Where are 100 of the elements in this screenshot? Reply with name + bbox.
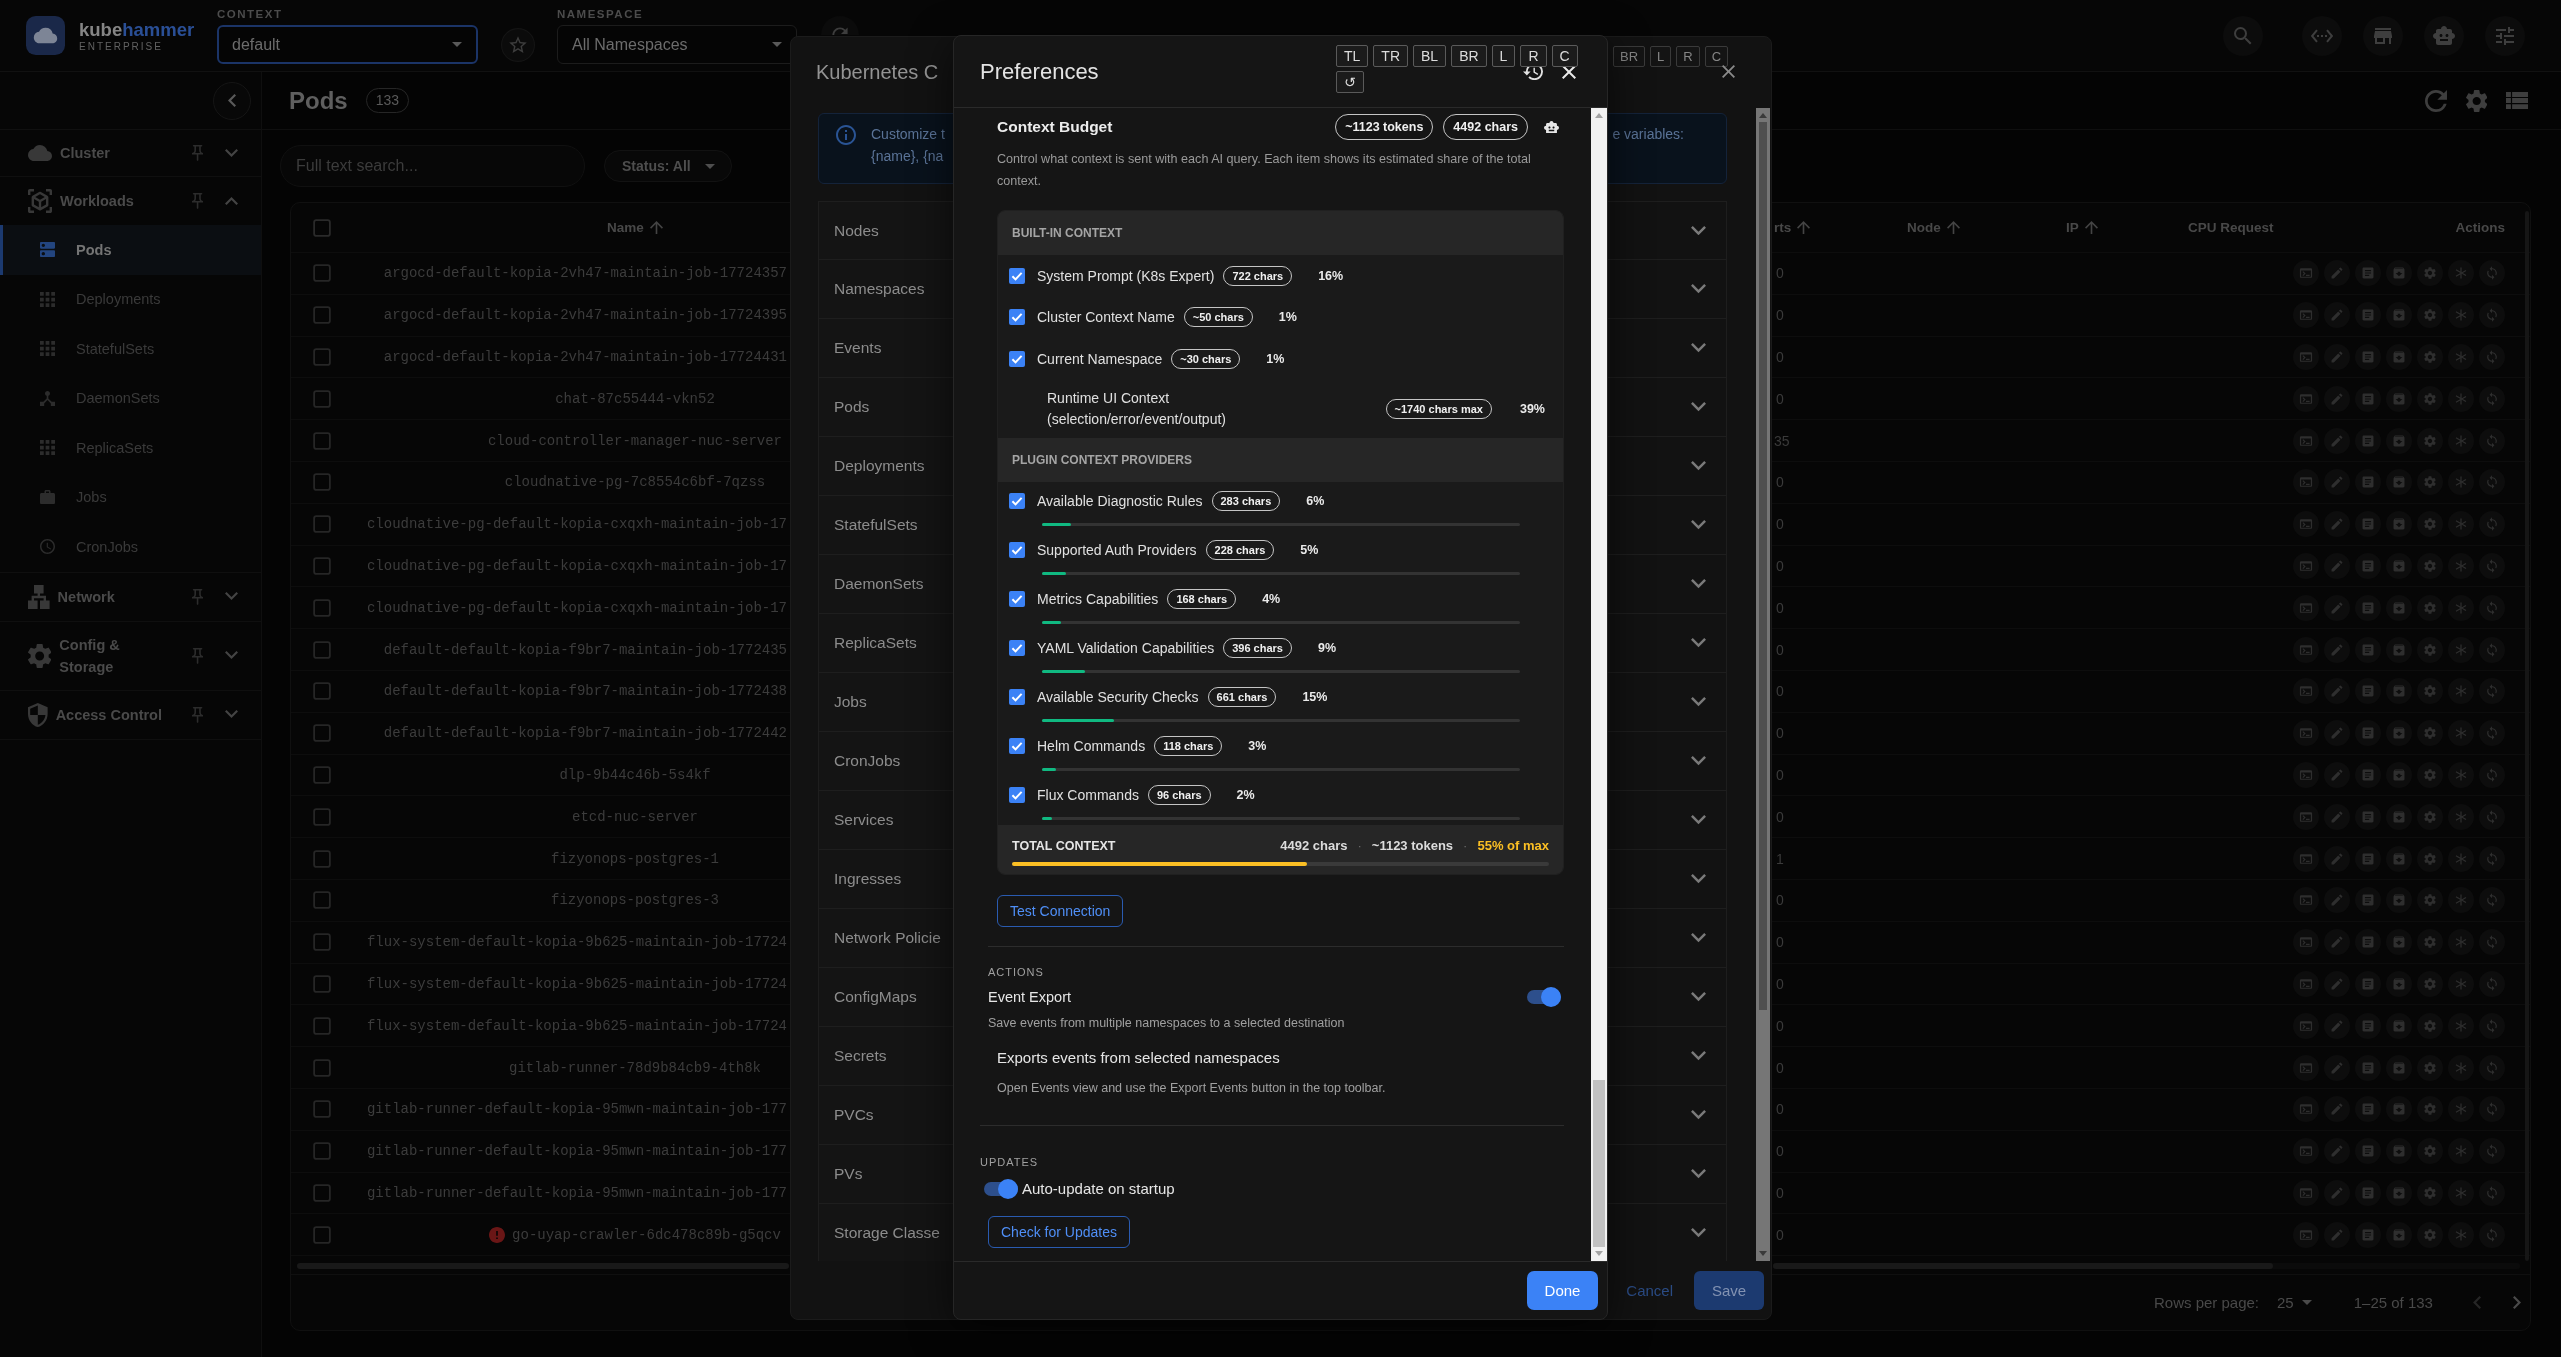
row-checkbox[interactable] <box>313 473 331 492</box>
document-icon[interactable] <box>2355 1221 2381 1248</box>
chevron-down-icon[interactable] <box>1691 461 1706 471</box>
collapse-button[interactable] <box>213 81 251 120</box>
document-icon[interactable] <box>2355 761 2381 788</box>
row-checkbox[interactable] <box>313 807 331 826</box>
list-view-icon[interactable] <box>2506 91 2528 110</box>
archive-icon[interactable] <box>2386 1221 2412 1248</box>
sync-icon[interactable] <box>2479 260 2505 287</box>
layout-button[interactable]: L <box>1650 46 1672 67</box>
layout-button[interactable]: C <box>1704 46 1729 67</box>
chevron-down-icon[interactable] <box>225 710 238 719</box>
checkbox[interactable] <box>1009 350 1025 367</box>
checkbox[interactable] <box>1009 688 1025 705</box>
row-checkbox[interactable] <box>313 389 331 408</box>
context-select[interactable]: default <box>217 25 478 64</box>
asterisk-icon[interactable] <box>2448 929 2474 956</box>
toggle-switch[interactable] <box>1527 986 1561 1007</box>
chevron-down-icon[interactable] <box>1691 1110 1706 1120</box>
chevron-down-icon[interactable] <box>1691 933 1706 943</box>
pencil-icon[interactable] <box>2324 594 2350 621</box>
document-icon[interactable] <box>2355 636 2381 663</box>
chevron-down-icon[interactable] <box>225 592 238 601</box>
chevron-down-icon[interactable] <box>1691 815 1706 825</box>
test-connection-button[interactable]: Test Connection <box>997 894 1124 927</box>
pencil-icon[interactable] <box>2324 469 2350 496</box>
archive-icon[interactable] <box>2386 1012 2412 1039</box>
archive-icon[interactable] <box>2386 552 2412 579</box>
pencil-icon[interactable] <box>2324 511 2350 538</box>
done-button[interactable]: Done <box>1527 1271 1598 1310</box>
pencil-icon[interactable] <box>2324 1012 2350 1039</box>
checkbox[interactable] <box>1009 590 1025 607</box>
row-checkbox[interactable] <box>313 1100 331 1119</box>
terminal-icon[interactable] <box>2293 511 2319 538</box>
save-button[interactable]: Save <box>1694 1270 1764 1310</box>
store-icon[interactable] <box>2363 15 2403 56</box>
row-checkbox[interactable] <box>313 974 331 993</box>
pencil-icon[interactable] <box>2324 803 2350 830</box>
layout-button[interactable]: TL <box>1336 45 1369 67</box>
row-checkbox[interactable] <box>313 891 331 910</box>
terminal-icon[interactable] <box>2293 678 2319 705</box>
gear-icon[interactable] <box>2417 511 2443 538</box>
document-icon[interactable] <box>2355 260 2381 287</box>
row-checkbox[interactable] <box>313 724 331 743</box>
pencil-icon[interactable] <box>2324 260 2350 287</box>
asterisk-icon[interactable] <box>2448 302 2474 329</box>
select-all-checkbox[interactable] <box>313 218 331 237</box>
row-checkbox[interactable] <box>313 1225 331 1244</box>
robot-icon[interactable] <box>2424 15 2464 56</box>
close-icon[interactable] <box>1562 64 1576 79</box>
chevron-down-icon[interactable] <box>1691 284 1706 294</box>
terminal-icon[interactable] <box>2293 929 2319 956</box>
layout-button[interactable]: TR <box>1373 45 1408 67</box>
asterisk-icon[interactable] <box>2448 720 2474 747</box>
row-checkbox[interactable] <box>313 1183 331 1202</box>
terminal-icon[interactable] <box>2293 427 2319 454</box>
asterisk-icon[interactable] <box>2448 636 2474 663</box>
namespace-select[interactable]: All Namespaces <box>557 25 797 64</box>
sync-icon[interactable] <box>2479 594 2505 621</box>
sliders-icon[interactable] <box>2485 15 2525 56</box>
row-checkbox[interactable] <box>313 264 331 283</box>
document-icon[interactable] <box>2355 594 2381 621</box>
gear-icon[interactable] <box>2417 1096 2443 1123</box>
pin-icon[interactable] <box>191 588 203 605</box>
chevron-down-icon[interactable] <box>1691 402 1706 412</box>
chevron-up-icon[interactable] <box>225 197 238 205</box>
terminal-icon[interactable] <box>2293 845 2319 872</box>
layout-button[interactable]: R <box>1676 46 1700 67</box>
terminal-icon[interactable] <box>2293 1054 2319 1081</box>
terminal-icon[interactable] <box>2293 1138 2319 1165</box>
archive-icon[interactable] <box>2386 1179 2412 1206</box>
document-icon[interactable] <box>2355 1096 2381 1123</box>
pencil-icon[interactable] <box>2324 1221 2350 1248</box>
document-icon[interactable] <box>2355 552 2381 579</box>
row-checkbox[interactable] <box>313 682 331 701</box>
checkbox[interactable] <box>1009 786 1025 803</box>
terminal-icon[interactable] <box>2293 887 2319 914</box>
asterisk-icon[interactable] <box>2448 511 2474 538</box>
chevron-down-icon[interactable] <box>1691 874 1706 884</box>
chevron-down-icon[interactable] <box>1691 992 1706 1002</box>
chevron-down-icon[interactable] <box>1691 756 1706 766</box>
pencil-icon[interactable] <box>2324 385 2350 412</box>
sync-icon[interactable] <box>2479 678 2505 705</box>
gear-icon[interactable] <box>2417 720 2443 747</box>
terminal-icon[interactable] <box>2293 1179 2319 1206</box>
row-checkbox[interactable] <box>313 849 331 868</box>
pencil-icon[interactable] <box>2324 1179 2350 1206</box>
pencil-icon[interactable] <box>2324 1096 2350 1123</box>
archive-icon[interactable] <box>2386 260 2412 287</box>
sync-icon[interactable] <box>2479 469 2505 496</box>
row-checkbox[interactable] <box>313 515 331 534</box>
sync-icon[interactable] <box>2479 929 2505 956</box>
asterisk-icon[interactable] <box>2448 594 2474 621</box>
gear-icon[interactable] <box>2417 260 2443 287</box>
toggle-switch[interactable] <box>984 1178 1018 1199</box>
gear-icon[interactable] <box>2417 803 2443 830</box>
archive-icon[interactable] <box>2386 845 2412 872</box>
terminal-icon[interactable] <box>2293 385 2319 412</box>
gear-icon[interactable] <box>2417 1138 2443 1165</box>
sidebar-item[interactable]: Pods <box>0 225 261 275</box>
